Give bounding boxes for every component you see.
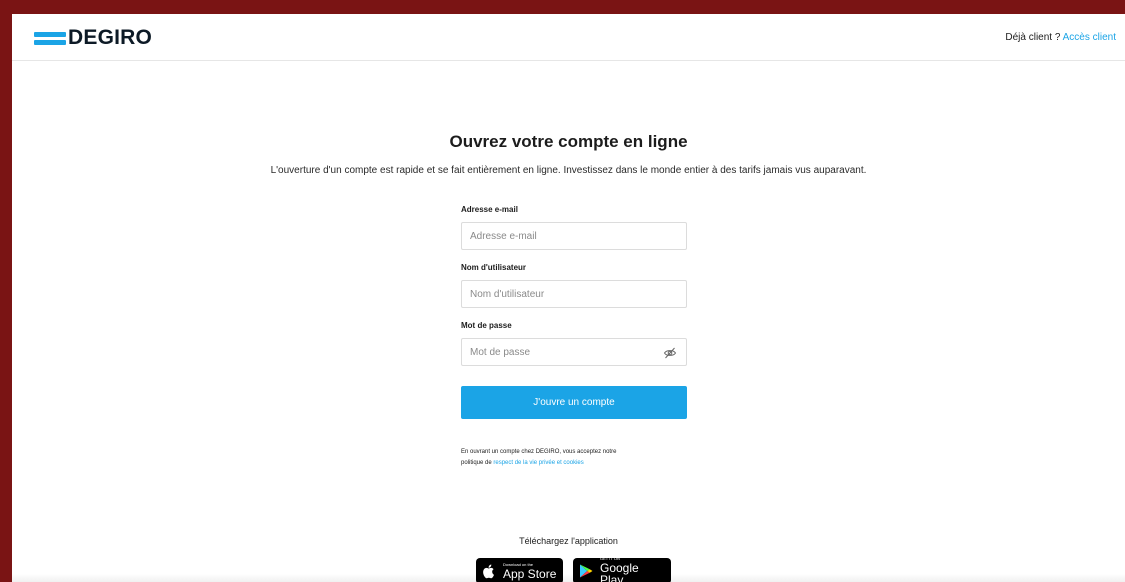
logo-bars-icon bbox=[34, 29, 66, 47]
password-label: Mot de passe bbox=[461, 321, 512, 330]
open-account-button[interactable]: J'ouvre un compte bbox=[461, 386, 687, 419]
password-group: Mot de passe bbox=[461, 320, 687, 378]
legal-text-line2: politique de respect de la vie privée et… bbox=[461, 458, 701, 469]
email-group: Adresse e-mail bbox=[461, 204, 687, 262]
username-label: Nom d'utilisateur bbox=[461, 263, 527, 272]
signup-form: Adresse e-mail Nom d'utilisateur Mot de … bbox=[461, 204, 687, 378]
page-subtitle: L'ouverture d'un compte est rapide et se… bbox=[270, 165, 867, 176]
username-input[interactable] bbox=[462, 281, 686, 307]
top-header: DEGIRO Déjà client ? Accès client bbox=[12, 14, 1125, 61]
page-title: Ouvrez votre compte en ligne bbox=[449, 132, 688, 151]
email-input[interactable] bbox=[462, 223, 686, 249]
email-input-wrapper bbox=[461, 222, 687, 250]
legal-text-line1: En ouvrant un compte chez DEGIRO, vous a… bbox=[461, 449, 617, 455]
client-access-link[interactable]: Accès client bbox=[1063, 32, 1116, 43]
header-client-access: Déjà client ? Accès client bbox=[1005, 32, 1116, 43]
privacy-cookies-link[interactable]: respect de la vie privée et cookies bbox=[493, 460, 583, 466]
legal-text-prefix: politique de bbox=[461, 460, 492, 466]
degiro-logo[interactable]: DEGIRO bbox=[34, 26, 152, 50]
download-app-title: Téléchargez l'application bbox=[519, 536, 618, 546]
legal-notice: En ouvrant un compte chez DEGIRO, vous a… bbox=[461, 447, 701, 469]
google-play-small-text: GET IT ON bbox=[600, 555, 620, 561]
password-input-wrapper bbox=[461, 338, 687, 366]
existing-client-text: Déjà client ? bbox=[1005, 32, 1061, 43]
username-input-wrapper bbox=[461, 280, 687, 308]
browser-viewport: DEGIRO Déjà client ? Accès client Ouvrez… bbox=[12, 14, 1125, 582]
eye-slash-icon[interactable] bbox=[663, 346, 677, 360]
username-group: Nom d'utilisateur bbox=[461, 262, 687, 320]
logo-text: DEGIRO bbox=[68, 26, 153, 49]
password-input[interactable] bbox=[462, 339, 686, 365]
app-store-small-text: Download on the bbox=[503, 561, 534, 567]
bottom-shadow bbox=[12, 574, 1125, 582]
email-label: Adresse e-mail bbox=[461, 205, 518, 214]
